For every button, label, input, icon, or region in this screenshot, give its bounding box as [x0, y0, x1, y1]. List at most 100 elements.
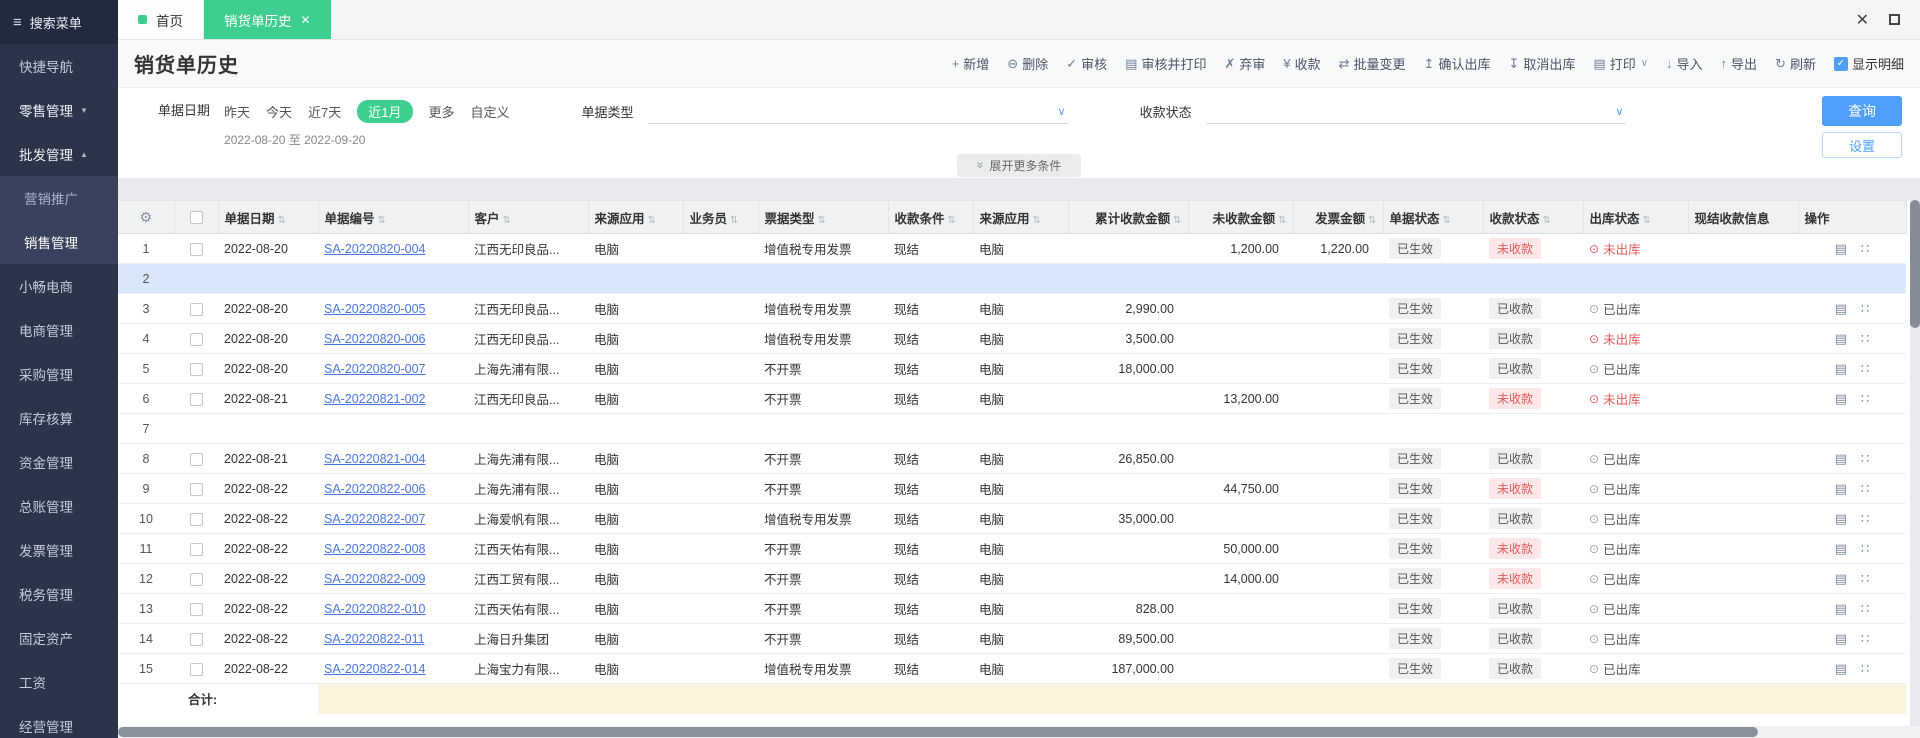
- toolbar-confirm-outbound-button[interactable]: ↥ 确认出库: [1424, 54, 1491, 73]
- expand-more-button[interactable]: » 展开更多条件: [956, 153, 1082, 177]
- row-checkbox[interactable]: [189, 392, 203, 406]
- show-detail-toggle[interactable]: ✓ 显示明细: [1833, 54, 1904, 73]
- date-option-昨天[interactable]: 昨天: [224, 102, 250, 121]
- view-document-icon[interactable]: ▤: [1835, 451, 1847, 466]
- close-icon[interactable]: ✕: [1856, 10, 1869, 30]
- row-checkbox[interactable]: [189, 542, 203, 556]
- table-row[interactable]: 1 2022-08-20 SA-20220820-004 江西无印良品... 电脑 增值税…: [118, 233, 1906, 264]
- sidebar-item-经营管理[interactable]: 经营管理: [0, 704, 118, 738]
- sort-icon[interactable]: ⇅: [730, 215, 738, 226]
- doc-type-select[interactable]: ∨: [647, 102, 1068, 124]
- date-option-近7天[interactable]: 近7天: [308, 102, 341, 121]
- view-document-icon[interactable]: ▤: [1835, 631, 1847, 646]
- table-row[interactable]: 4 2022-08-20 SA-20220820-006 江西无印良品... 电脑 增值税…: [118, 323, 1906, 354]
- table-row[interactable]: 9 2022-08-22 SA-20220822-006 上海先浦有限... 电脑 不开票…: [118, 473, 1906, 504]
- document-number-link[interactable]: SA-20220820-006: [324, 332, 425, 346]
- toolbar-import-button[interactable]: ↓ 导入: [1666, 54, 1703, 73]
- view-document-icon[interactable]: ▤: [1835, 481, 1847, 496]
- query-button[interactable]: 查询: [1822, 96, 1902, 126]
- sidebar-item-资金管理[interactable]: 资金管理: [0, 440, 118, 484]
- more-actions-icon[interactable]: ∷: [1861, 571, 1869, 586]
- more-actions-icon[interactable]: ∷: [1861, 301, 1869, 316]
- sidebar-item-销售管理[interactable]: 销售管理: [0, 220, 118, 264]
- more-actions-icon[interactable]: ∷: [1861, 541, 1869, 556]
- document-number-link[interactable]: SA-20220822-008: [324, 542, 425, 556]
- table-row[interactable]: 12 2022-08-22 SA-20220822-009 江西工贸有限... 电脑 不开…: [118, 563, 1906, 594]
- sidebar-item-总账管理[interactable]: 总账管理: [0, 484, 118, 528]
- date-range-value[interactable]: 2022-08-20 至 2022-09-20: [224, 131, 510, 148]
- sidebar-item-小畅电商[interactable]: 小畅电商: [0, 264, 118, 308]
- vertical-scrollbar[interactable]: [1910, 200, 1920, 726]
- date-option-近1月[interactable]: 近1月: [357, 100, 413, 123]
- column-header-payment_terms[interactable]: 收款条件 ⇅: [888, 200, 974, 234]
- sort-icon[interactable]: ⇅: [818, 215, 826, 226]
- table-row[interactable]: 11 2022-08-22 SA-20220822-008 江西天佑有限... 电脑 不开…: [118, 533, 1906, 564]
- document-number-link[interactable]: SA-20220822-014: [324, 662, 425, 676]
- more-actions-icon[interactable]: ∷: [1861, 331, 1869, 346]
- row-checkbox[interactable]: [189, 572, 203, 586]
- sidebar-item-库存核算[interactable]: 库存核算: [0, 396, 118, 440]
- column-header-source1[interactable]: 来源应用 ⇅: [588, 200, 684, 234]
- sidebar-item-营销推广[interactable]: 营销推广: [0, 176, 118, 220]
- toolbar-refresh-button[interactable]: ↻ 刷新: [1775, 54, 1816, 73]
- row-checkbox[interactable]: [189, 362, 203, 376]
- date-option-今天[interactable]: 今天: [266, 102, 292, 121]
- column-header-no[interactable]: 单据编号 ⇅: [318, 200, 469, 234]
- sort-icon[interactable]: ⇅: [1543, 215, 1551, 226]
- table-row[interactable]: 13 2022-08-22 SA-20220822-010 江西天佑有限... 电脑 不开…: [118, 593, 1906, 624]
- row-checkbox[interactable]: [189, 332, 203, 346]
- sidebar-item-发票管理[interactable]: 发票管理: [0, 528, 118, 572]
- more-actions-icon[interactable]: ∷: [1861, 391, 1869, 406]
- toolbar-collect-payment-button[interactable]: ¥ 收款: [1283, 54, 1320, 73]
- document-number-link[interactable]: SA-20220822-009: [324, 572, 425, 586]
- table-row[interactable]: 2: [118, 263, 1906, 294]
- column-header-doc_status[interactable]: 单据状态 ⇅: [1383, 200, 1484, 234]
- select-all-checkbox[interactable]: [189, 211, 203, 225]
- fullscreen-icon[interactable]: [1889, 14, 1900, 25]
- row-checkbox[interactable]: [189, 602, 203, 616]
- tab-home[interactable]: 首页: [118, 0, 204, 39]
- view-document-icon[interactable]: ▤: [1835, 601, 1847, 616]
- more-actions-icon[interactable]: ∷: [1861, 241, 1869, 256]
- sidebar-item-零售管理[interactable]: 零售管理 ▼: [0, 88, 118, 132]
- vertical-scrollbar-thumb[interactable]: [1910, 200, 1920, 328]
- tab-sales-history[interactable]: 销货单历史 ✕: [204, 0, 331, 39]
- row-checkbox[interactable]: [189, 452, 203, 466]
- row-checkbox[interactable]: [189, 662, 203, 676]
- row-checkbox[interactable]: [189, 482, 203, 496]
- view-document-icon[interactable]: ▤: [1835, 391, 1847, 406]
- document-number-link[interactable]: SA-20220822-007: [324, 512, 425, 526]
- toolbar-cancel-outbound-button[interactable]: ↧ 取消出库: [1508, 54, 1575, 73]
- toolbar-print-button[interactable]: ▤ 打印 ∨: [1593, 54, 1648, 73]
- table-row[interactable]: 8 2022-08-21 SA-20220821-004 上海先浦有限... 电脑 不开票…: [118, 443, 1906, 474]
- sort-icon[interactable]: ⇅: [1368, 215, 1376, 226]
- column-header-customer[interactable]: 客户 ⇅: [468, 200, 589, 234]
- column-header-invoice_type[interactable]: 票据类型 ⇅: [758, 200, 889, 234]
- row-checkbox[interactable]: [189, 242, 203, 256]
- column-header-pay_status[interactable]: 收款状态 ⇅: [1483, 200, 1584, 234]
- row-checkbox[interactable]: [189, 632, 203, 646]
- document-number-link[interactable]: SA-20220820-007: [324, 362, 425, 376]
- sidebar-item-批发管理[interactable]: 批发管理 ▲: [0, 132, 118, 176]
- sort-icon[interactable]: ⇅: [378, 215, 386, 226]
- table-row[interactable]: 7: [118, 413, 1906, 444]
- view-document-icon[interactable]: ▤: [1835, 301, 1847, 316]
- toolbar-batch-change-button[interactable]: ⇄ 批量变更: [1339, 54, 1406, 73]
- sort-icon[interactable]: ⇅: [503, 215, 511, 226]
- document-number-link[interactable]: SA-20220822-011: [324, 632, 425, 646]
- settings-button[interactable]: 设置: [1822, 132, 1902, 158]
- more-actions-icon[interactable]: ∷: [1861, 361, 1869, 376]
- view-document-icon[interactable]: ▤: [1835, 241, 1847, 256]
- document-number-link[interactable]: SA-20220822-010: [324, 602, 425, 616]
- column-header-received[interactable]: 累计收款金额 ⇅: [1068, 200, 1189, 234]
- sort-icon[interactable]: ⇅: [948, 215, 956, 226]
- payment-status-select[interactable]: ∨: [1205, 102, 1626, 124]
- table-row[interactable]: 15 2022-08-22 SA-20220822-014 上海宝力有限... 电脑 增值…: [118, 653, 1906, 684]
- more-actions-icon[interactable]: ∷: [1861, 661, 1869, 676]
- more-actions-icon[interactable]: ∷: [1861, 631, 1869, 646]
- horizontal-scrollbar[interactable]: [118, 726, 1920, 738]
- close-tab-icon[interactable]: ✕: [301, 13, 311, 27]
- column-header-salesman[interactable]: 业务员 ⇅: [683, 200, 759, 234]
- more-actions-icon[interactable]: ∷: [1861, 481, 1869, 496]
- sort-icon[interactable]: ⇅: [1173, 215, 1181, 226]
